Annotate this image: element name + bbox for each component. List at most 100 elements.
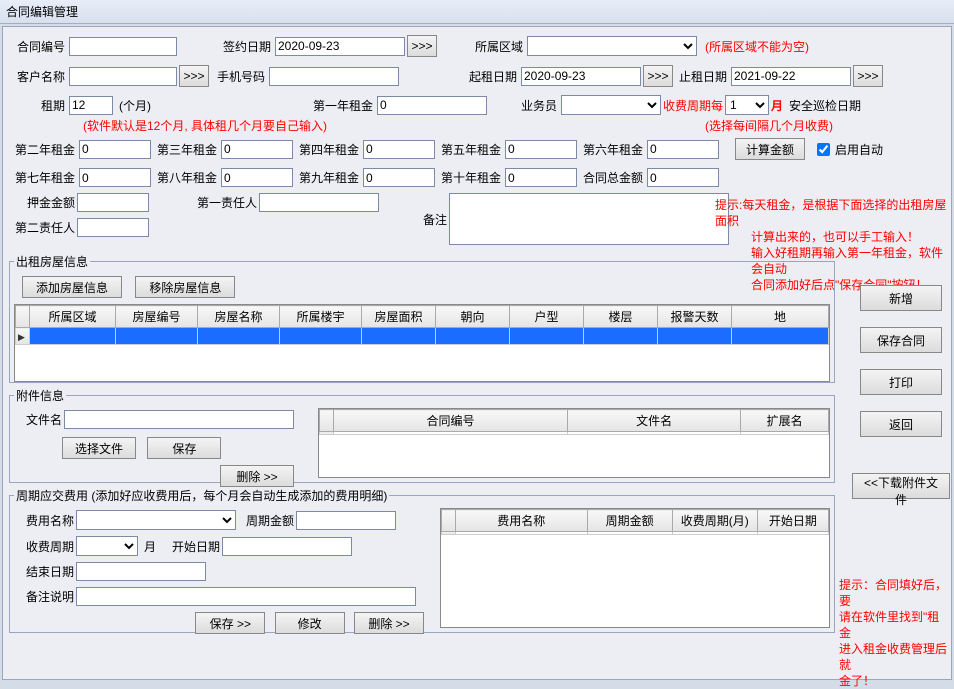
month-label: 月: [771, 97, 783, 114]
end-date-input[interactable]: [731, 67, 851, 86]
house-table-row[interactable]: ▶: [16, 328, 829, 345]
fee-month-label: 月: [144, 538, 156, 555]
end-date-more-button[interactable]: >>>: [853, 65, 883, 87]
fee-remark-label: 备注说明: [16, 588, 76, 605]
deposit-label: 押金金额: [11, 194, 77, 211]
sign-date-label: 签约日期: [217, 38, 273, 55]
start-date-label: 起租日期: [463, 68, 519, 85]
safety-date-label: 安全巡检日期: [789, 97, 861, 114]
region-hint: (所属区域不能为空): [705, 38, 809, 55]
y9-rent-input[interactable]: [363, 168, 435, 187]
fee-remark-input[interactable]: [76, 587, 416, 606]
fee-modify-button[interactable]: 修改: [275, 612, 345, 634]
attachment-row[interactable]: [320, 432, 829, 435]
lease-input[interactable]: [69, 96, 113, 115]
fee-table-row[interactable]: [442, 532, 829, 535]
total-amount-label: 合同总金额: [579, 169, 645, 186]
calc-amount-button[interactable]: 计算金额: [735, 138, 805, 160]
save-contract-button[interactable]: 保存合同: [860, 327, 942, 353]
new-button[interactable]: 新增: [860, 285, 942, 311]
print-button[interactable]: 打印: [860, 369, 942, 395]
add-house-button[interactable]: 添加房屋信息: [22, 276, 122, 298]
customer-input[interactable]: [69, 67, 177, 86]
y2-rent-label: 第二年租金: [11, 141, 77, 158]
contract-no-input[interactable]: [69, 37, 177, 56]
customer-label: 客户名称: [11, 68, 67, 85]
y5-rent-label: 第五年租金: [437, 141, 503, 158]
y4-rent-label: 第四年租金: [295, 141, 361, 158]
fee-end-label: 结束日期: [16, 563, 76, 580]
mobile-input[interactable]: [269, 67, 399, 86]
y2-rent-input[interactable]: [79, 140, 151, 159]
attachment-table[interactable]: 合同编号 文件名 扩展名: [319, 409, 829, 435]
first-person-input[interactable]: [259, 193, 379, 212]
first-person-label: 第一责任人: [189, 194, 259, 211]
fee-legend: 周期应交费用 (添加好应收费用后，每个月会自动生成添加的费用明细): [14, 487, 389, 504]
y6-rent-input[interactable]: [647, 140, 719, 159]
cycle-amount-input[interactable]: [296, 511, 396, 530]
fee-save-button[interactable]: 保存 >>: [195, 612, 265, 634]
back-button[interactable]: 返回: [860, 411, 942, 437]
tip-after-fill: 提示：合同填好后，要 请在软件里找到"租金 进入租金收费管理后就 金了！: [839, 577, 951, 689]
y4-rent-input[interactable]: [363, 140, 435, 159]
region-select[interactable]: [527, 36, 697, 56]
y5-rent-input[interactable]: [505, 140, 577, 159]
y8-rent-input[interactable]: [221, 168, 293, 187]
remove-house-button[interactable]: 移除房屋信息: [135, 276, 235, 298]
charge-cycle-select[interactable]: 1: [725, 95, 769, 115]
start-date-input[interactable]: [521, 67, 641, 86]
contract-no-label: 合同编号: [11, 38, 67, 55]
remarks-label: 备注: [389, 211, 449, 228]
filename-label: 文件名: [16, 411, 64, 428]
total-amount-input[interactable]: [647, 168, 719, 187]
cycle-amount-label: 周期金额: [236, 512, 296, 529]
salesman-select[interactable]: [561, 95, 661, 115]
second-person-label: 第二责任人: [11, 219, 77, 236]
fee-end-input[interactable]: [76, 562, 206, 581]
fee-table[interactable]: 费用名称 周期金额 收费周期(月) 开始日期: [441, 509, 829, 535]
delete-file-button[interactable]: 删除 >>: [220, 465, 294, 487]
y1-rent-label: 第一年租金: [305, 97, 375, 114]
y7-rent-label: 第七年租金: [11, 169, 77, 186]
lease-unit-label: (个月): [119, 97, 151, 114]
save-file-button[interactable]: 保存: [147, 437, 221, 459]
charge-cycle-label: 收费周期每: [663, 97, 723, 114]
fee-delete-button[interactable]: 删除 >>: [354, 612, 424, 634]
y9-rent-label: 第九年租金: [295, 169, 361, 186]
fee-cycle-select[interactable]: [76, 536, 138, 556]
sign-date-input[interactable]: [275, 37, 405, 56]
rent-house-legend: 出租房屋信息: [14, 253, 90, 270]
download-attach-button[interactable]: <<下载附件文件: [852, 473, 950, 499]
start-date-more-button[interactable]: >>>: [643, 65, 673, 87]
attachment-fieldset: 附件信息 文件名 选择文件 保存 删除 >> 合同编号 文件名 扩展名: [9, 387, 835, 483]
y10-rent-label: 第十年租金: [437, 169, 503, 186]
attachment-legend: 附件信息: [14, 387, 66, 404]
y7-rent-input[interactable]: [79, 168, 151, 187]
y1-rent-input[interactable]: [377, 96, 487, 115]
sign-date-more-button[interactable]: >>>: [407, 35, 437, 57]
deposit-input[interactable]: [77, 193, 149, 212]
fee-name-label: 费用名称: [16, 512, 76, 529]
y3-rent-label: 第三年租金: [153, 141, 219, 158]
customer-more-button[interactable]: >>>: [179, 65, 209, 87]
fee-name-select[interactable]: [76, 510, 236, 530]
side-button-panel: 新增 保存合同 打印 返回 <<下载附件文件: [851, 285, 951, 499]
region-label: 所属区域: [469, 38, 525, 55]
y10-rent-input[interactable]: [505, 168, 577, 187]
house-table[interactable]: 所属区域 房屋编号 房屋名称 所属楼宇 房屋面积 朝向 户型 楼层 报警天数 地…: [15, 305, 829, 345]
mobile-label: 手机号码: [211, 68, 267, 85]
salesman-label: 业务员: [515, 97, 559, 114]
enable-auto-label: 启用自动: [835, 141, 883, 158]
fee-start-label: 开始日期: [162, 538, 222, 555]
charge-hint: (选择每间隔几个月收费): [705, 117, 833, 134]
second-person-input[interactable]: [77, 218, 149, 237]
remarks-textarea[interactable]: [449, 193, 729, 245]
fee-start-input[interactable]: [222, 537, 352, 556]
choose-file-button[interactable]: 选择文件: [62, 437, 136, 459]
enable-auto-checkbox[interactable]: 启用自动: [813, 140, 883, 159]
y3-rent-input[interactable]: [221, 140, 293, 159]
window-titlebar: 合同编辑管理: [0, 0, 954, 24]
main-panel: 合同编号 签约日期 >>> 所属区域 (所属区域不能为空) 客户名称 >>> 手…: [2, 26, 952, 680]
filename-input[interactable]: [64, 410, 294, 429]
lease-hint: (软件默认是12个月, 具体租几个月要自己输入): [83, 117, 327, 134]
